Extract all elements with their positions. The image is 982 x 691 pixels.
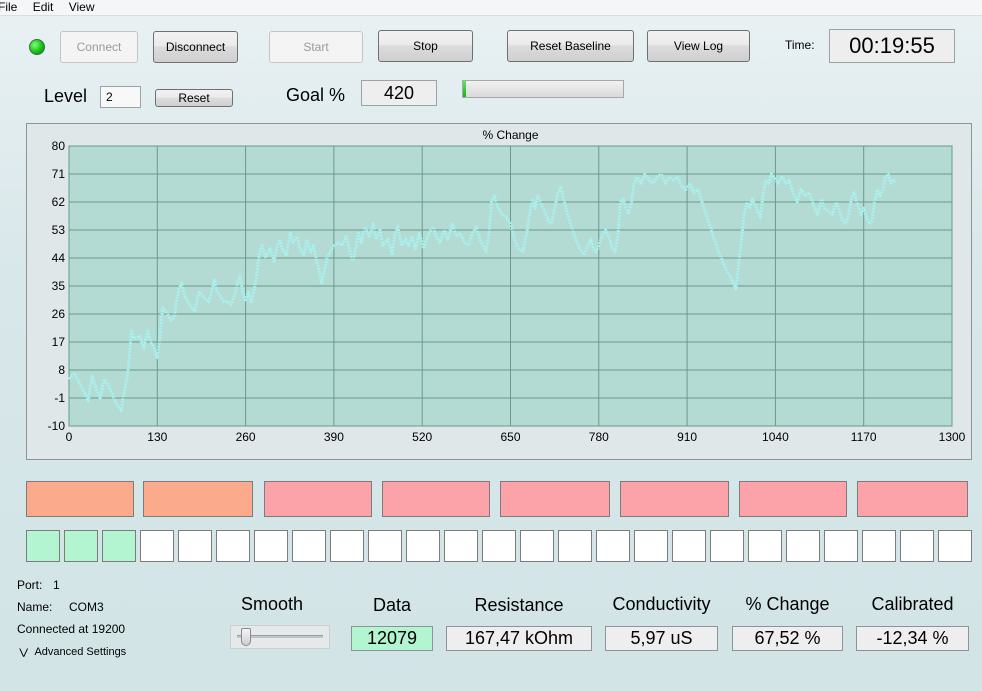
x-tick-label: 1300 [939, 430, 966, 444]
level-square [140, 530, 174, 562]
port-label: Port: [17, 578, 43, 592]
goal-label: Goal % [286, 85, 346, 105]
percent-change-chart: 0 130 260 390 520 650 780 910 1040 1170 1300 -10 -1 8… [48, 128, 966, 444]
status-tile [857, 481, 968, 517]
smooth-label: Smooth [241, 594, 304, 614]
percent-change-value: 67,52 % [732, 626, 843, 651]
port-value: 1 [53, 578, 60, 592]
start-button[interactable]: Start [269, 31, 363, 63]
level-square [824, 530, 858, 562]
level-square [672, 530, 706, 562]
y-tick-label: 71 [52, 167, 66, 181]
y-tick-label: -10 [48, 419, 66, 433]
level-square [482, 530, 516, 562]
connection-speed: Connected at 19200 [17, 622, 126, 636]
x-tick-label: 260 [236, 430, 256, 444]
advanced-settings-label: Advanced Settings [34, 646, 127, 658]
chevron-down-icon: ⋁ [19, 647, 29, 657]
menu-file[interactable]: File [0, 0, 17, 15]
menu-bar: File Edit View [0, 0, 982, 16]
x-tick-label: 650 [500, 430, 520, 444]
level-square [330, 530, 364, 562]
data-label: Data [372, 595, 412, 615]
x-tick-label: 0 [66, 430, 73, 444]
level-square [634, 530, 668, 562]
level-square [862, 530, 896, 562]
x-tick-label: 390 [324, 430, 344, 444]
chart-title: % Change [482, 128, 538, 142]
disconnect-button[interactable]: Disconnect [153, 31, 238, 63]
name-value: COM3 [69, 600, 104, 614]
level-square [216, 530, 250, 562]
menu-edit[interactable]: Edit [33, 0, 54, 15]
level-square [596, 530, 630, 562]
level-square [900, 530, 934, 562]
status-tile [382, 481, 490, 517]
percent-change-label: % Change [745, 594, 830, 614]
x-tick-label: 130 [147, 430, 167, 444]
y-tick-label: 26 [52, 307, 66, 321]
status-tile [26, 481, 134, 517]
y-tick-label: 62 [52, 195, 66, 209]
chart-frame: 0 130 260 390 520 650 780 910 1040 1170 1300 -10 -1 8… [26, 123, 972, 460]
level-square [26, 530, 60, 562]
x-tick-label: 910 [677, 430, 697, 444]
x-tick-label: 520 [412, 430, 432, 444]
level-square [406, 530, 440, 562]
level-square [368, 530, 402, 562]
status-tile [620, 481, 729, 517]
advanced-settings-toggle[interactable]: ⋁ Advanced Settings [19, 646, 127, 658]
reset-baseline-button[interactable]: Reset Baseline [507, 30, 634, 62]
level-square [938, 530, 972, 562]
x-tick-label: 780 [589, 430, 609, 444]
level-square [292, 530, 326, 562]
smooth-slider[interactable] [230, 625, 330, 649]
y-tick-label: 17 [52, 335, 66, 349]
level-square [786, 530, 820, 562]
time-display: 00:19:55 [829, 29, 955, 63]
y-tick-label: 35 [52, 279, 66, 293]
x-tick-label: 1040 [762, 430, 789, 444]
level-square [254, 530, 288, 562]
status-tile [739, 481, 847, 517]
connection-status-led [29, 39, 45, 55]
x-tick-label: 1170 [851, 430, 877, 444]
slider-thumb[interactable] [240, 628, 251, 646]
level-square [558, 530, 592, 562]
level-square [178, 530, 212, 562]
level-reset-button[interactable]: Reset [155, 89, 233, 107]
level-square [444, 530, 478, 562]
time-label: Time: [785, 38, 815, 52]
conductivity-label: Conductivity [612, 594, 711, 614]
resistance-label: Resistance [474, 595, 564, 615]
y-tick-label: 44 [52, 251, 66, 265]
connect-button[interactable]: Connect [60, 31, 138, 63]
conductivity-value: 5,97 uS [605, 626, 718, 651]
data-value: 12079 [351, 626, 433, 651]
level-square [64, 530, 98, 562]
level-square [710, 530, 744, 562]
goal-progress-bar [462, 80, 624, 98]
menu-view[interactable]: View [69, 0, 95, 15]
calibrated-value: -12,34 % [856, 626, 969, 651]
level-label: Level [44, 86, 88, 106]
status-tile [143, 481, 253, 517]
resistance-value: 167,47 kOhm [446, 626, 592, 651]
level-square [520, 530, 554, 562]
level-square [102, 530, 136, 562]
goal-progress-fill [463, 81, 467, 97]
name-label: Name: [17, 600, 53, 614]
view-log-button[interactable]: View Log [647, 30, 750, 62]
level-input[interactable]: 2 [100, 86, 141, 108]
y-tick-label: 53 [52, 223, 66, 237]
status-tile [264, 481, 372, 517]
status-tile [500, 481, 610, 517]
y-tick-label: 8 [58, 363, 65, 377]
y-tick-label: -1 [54, 391, 65, 405]
goal-value: 420 [361, 80, 437, 106]
calibrated-label: Calibrated [871, 594, 954, 614]
y-tick-label: 80 [52, 139, 66, 153]
stop-button[interactable]: Stop [378, 30, 473, 62]
level-square [748, 530, 782, 562]
